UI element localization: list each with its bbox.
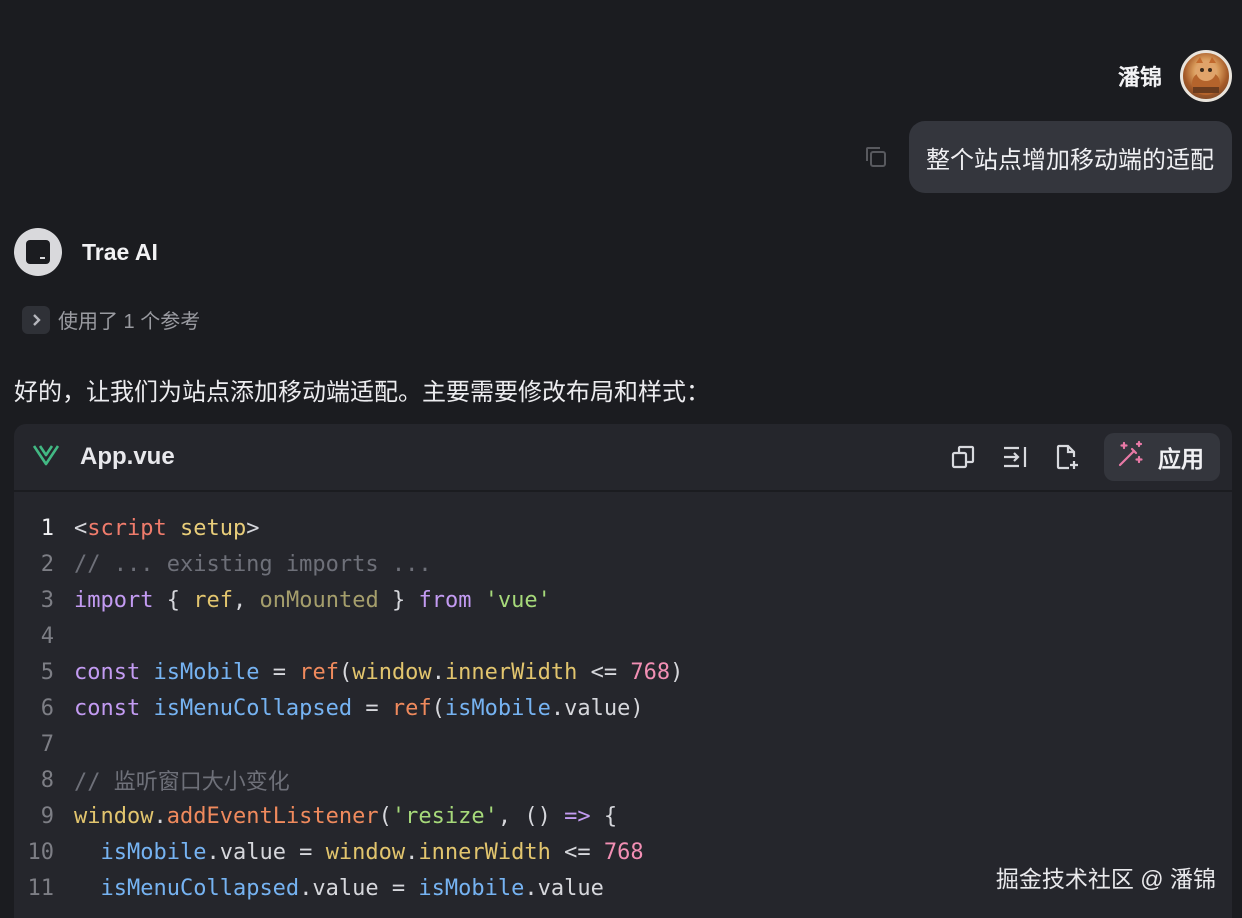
line-number: 9 (40, 803, 54, 829)
line-number: 8 (40, 767, 54, 793)
assistant-header: Trae AI (14, 228, 158, 276)
code-actions: 应用 (948, 433, 1220, 481)
code-line: 9 window.addEventListener('resize', () =>… (14, 798, 1232, 834)
code-text: <script setup> (74, 515, 260, 541)
assistant-intro: 好的，让我们为站点添加移动端适配。主要需要修改布局和样式： (14, 379, 710, 406)
references-label: 使用了 1 个参考 (58, 311, 201, 333)
code-text: window.addEventListener('resize', () => … (74, 803, 618, 829)
code-line: 8 // 监听窗口大小变化 (14, 762, 1232, 798)
watermark: 掘金技术社区 @ 潘锦 (995, 866, 1216, 892)
code-text: import { ref, onMounted } from 'vue' (74, 587, 551, 613)
line-number: 3 (40, 587, 54, 613)
insert-at-cursor-icon[interactable] (1000, 442, 1030, 472)
copy-icon[interactable] (948, 442, 978, 472)
line-number: 10 (27, 839, 55, 865)
code-line: 1 <script setup> (14, 510, 1232, 546)
code-text: isMobile.value = window.innerWidth <= 76… (100, 839, 644, 865)
vue-logo-icon (32, 443, 60, 472)
code-line: 3 import { ref, onMounted } from 'vue' (14, 582, 1232, 618)
apply-button[interactable]: 应用 (1104, 433, 1220, 481)
file-info: App.vue (32, 443, 175, 472)
trae-logo-icon (14, 228, 62, 276)
code-line: 6 const isMenuCollapsed = ref(isMobile.va… (14, 690, 1232, 726)
user-name: 潘锦 (1117, 65, 1162, 90)
code-line: 5 const isMobile = ref(window.innerWidth … (14, 654, 1232, 690)
chevron-right-icon (22, 305, 50, 334)
code-body: 1 <script setup> 2 // ... existing imports … (14, 492, 1232, 906)
magic-wand-icon (1116, 439, 1146, 475)
code-text: // 监听窗口大小变化 (74, 770, 290, 795)
line-number: 7 (40, 731, 54, 757)
new-file-icon[interactable] (1052, 442, 1082, 472)
code-text: const isMobile = ref(window.innerWidth <… (74, 659, 684, 685)
code-text: // ... existing imports ... (74, 551, 432, 577)
references-toggle[interactable]: 使用了 1 个参考 (22, 305, 200, 334)
user-avatar (1180, 50, 1232, 102)
code-text: const isMenuCollapsed = ref(isMobile.val… (74, 695, 644, 721)
assistant-name: Trae AI (82, 238, 158, 265)
code-line: 4 (14, 618, 1232, 654)
code-block-header: App.vue 应用 (14, 424, 1232, 492)
code-line: 2 // ... existing imports ... (14, 546, 1232, 582)
file-name: App.vue (80, 443, 175, 470)
line-number: 6 (40, 695, 54, 721)
copy-icon[interactable] (863, 144, 889, 170)
user-message-row: 整个站点增加移动端的适配 (863, 121, 1232, 193)
code-line: 7 (14, 726, 1232, 762)
code-block: App.vue 应用 1 <script setup> 2 // ... exi… (14, 424, 1232, 918)
apply-label: 应用 (1158, 446, 1204, 472)
line-number: 5 (40, 659, 54, 685)
line-number: 11 (27, 875, 55, 901)
line-number: 4 (40, 623, 54, 649)
user-message-bubble: 整个站点增加移动端的适配 (909, 121, 1232, 193)
user-row: 潘锦 (1118, 50, 1232, 102)
code-text: isMenuCollapsed.value = isMobile.value (100, 875, 604, 901)
line-number: 1 (40, 515, 54, 541)
line-number: 2 (40, 551, 54, 577)
